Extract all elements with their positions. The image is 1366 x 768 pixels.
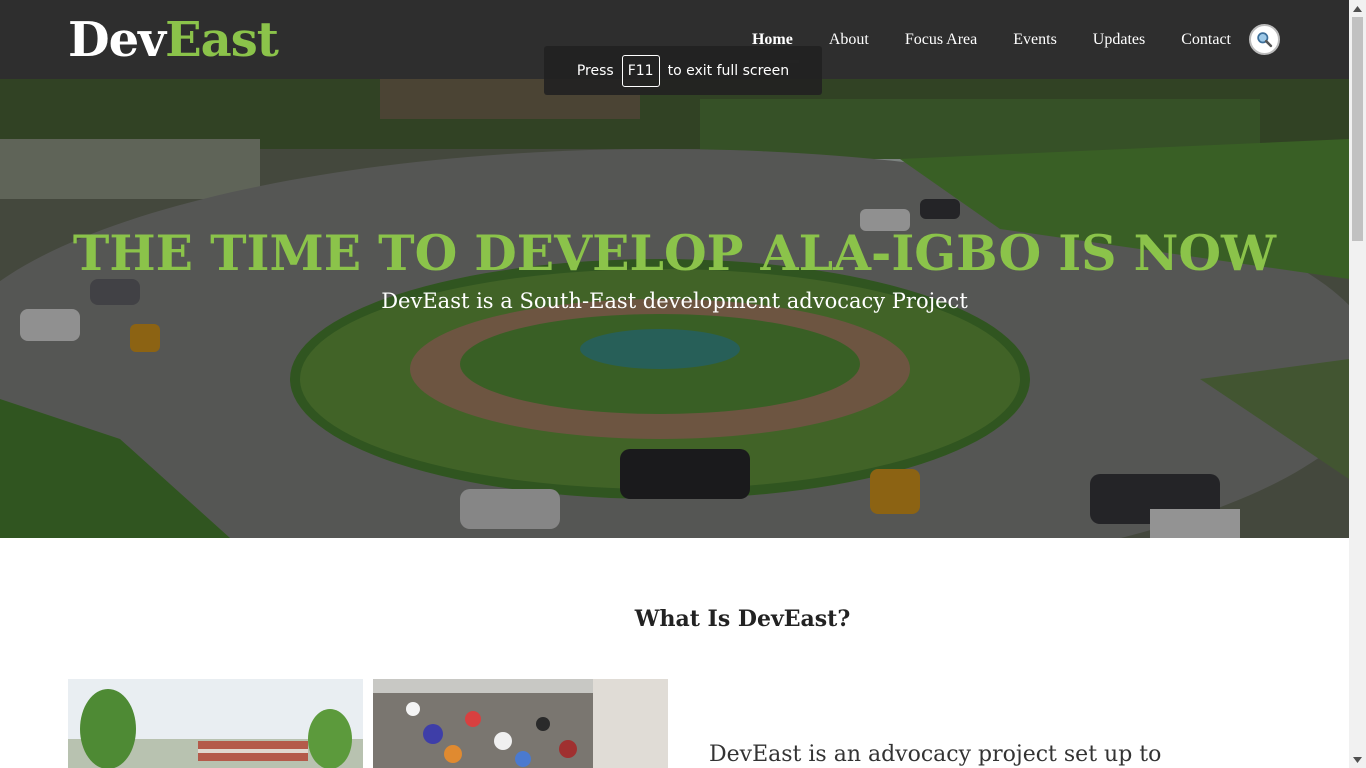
about-image-campus <box>68 679 363 768</box>
chevron-up-icon <box>1353 5 1362 12</box>
nav-item-focus-area[interactable]: Focus Area <box>905 31 977 49</box>
fullscreen-toast: Press F11 to exit full screen <box>544 46 822 95</box>
nav-item-events[interactable]: Events <box>1013 31 1057 49</box>
nav-item-contact[interactable]: Contact <box>1181 31 1231 49</box>
scroll-thumb[interactable] <box>1352 17 1363 241</box>
chevron-down-icon <box>1353 756 1362 763</box>
toast-suffix: to exit full screen <box>667 62 790 79</box>
hero-banner: THE TIME TO DEVELOP ALA-IGBO IS NOW DevE… <box>0 79 1349 538</box>
toast-prefix: Press <box>576 62 614 79</box>
about-intro-text: DevEast is an advocacy project set up to <box>709 742 1162 767</box>
toast-key: F11 <box>621 54 660 87</box>
logo-dev-text: Dev <box>68 12 166 68</box>
nav-item-about[interactable]: About <box>829 31 869 49</box>
section-title: What Is DevEast? <box>634 606 851 632</box>
logo-east-text: East <box>165 12 279 68</box>
about-image-market <box>373 679 668 768</box>
nav-item-updates[interactable]: Updates <box>1093 31 1145 49</box>
site-logo[interactable]: DevEast <box>68 12 279 68</box>
search-icon <box>1257 32 1273 48</box>
page-scrollbar[interactable] <box>1349 0 1366 768</box>
hero-subtitle: DevEast is a South-East development advo… <box>381 289 968 313</box>
search-button[interactable] <box>1249 24 1280 55</box>
hero-title: THE TIME TO DEVELOP ALA-IGBO IS NOW <box>72 224 1277 282</box>
scroll-down-button[interactable] <box>1349 751 1366 768</box>
scroll-up-button[interactable] <box>1349 0 1366 17</box>
